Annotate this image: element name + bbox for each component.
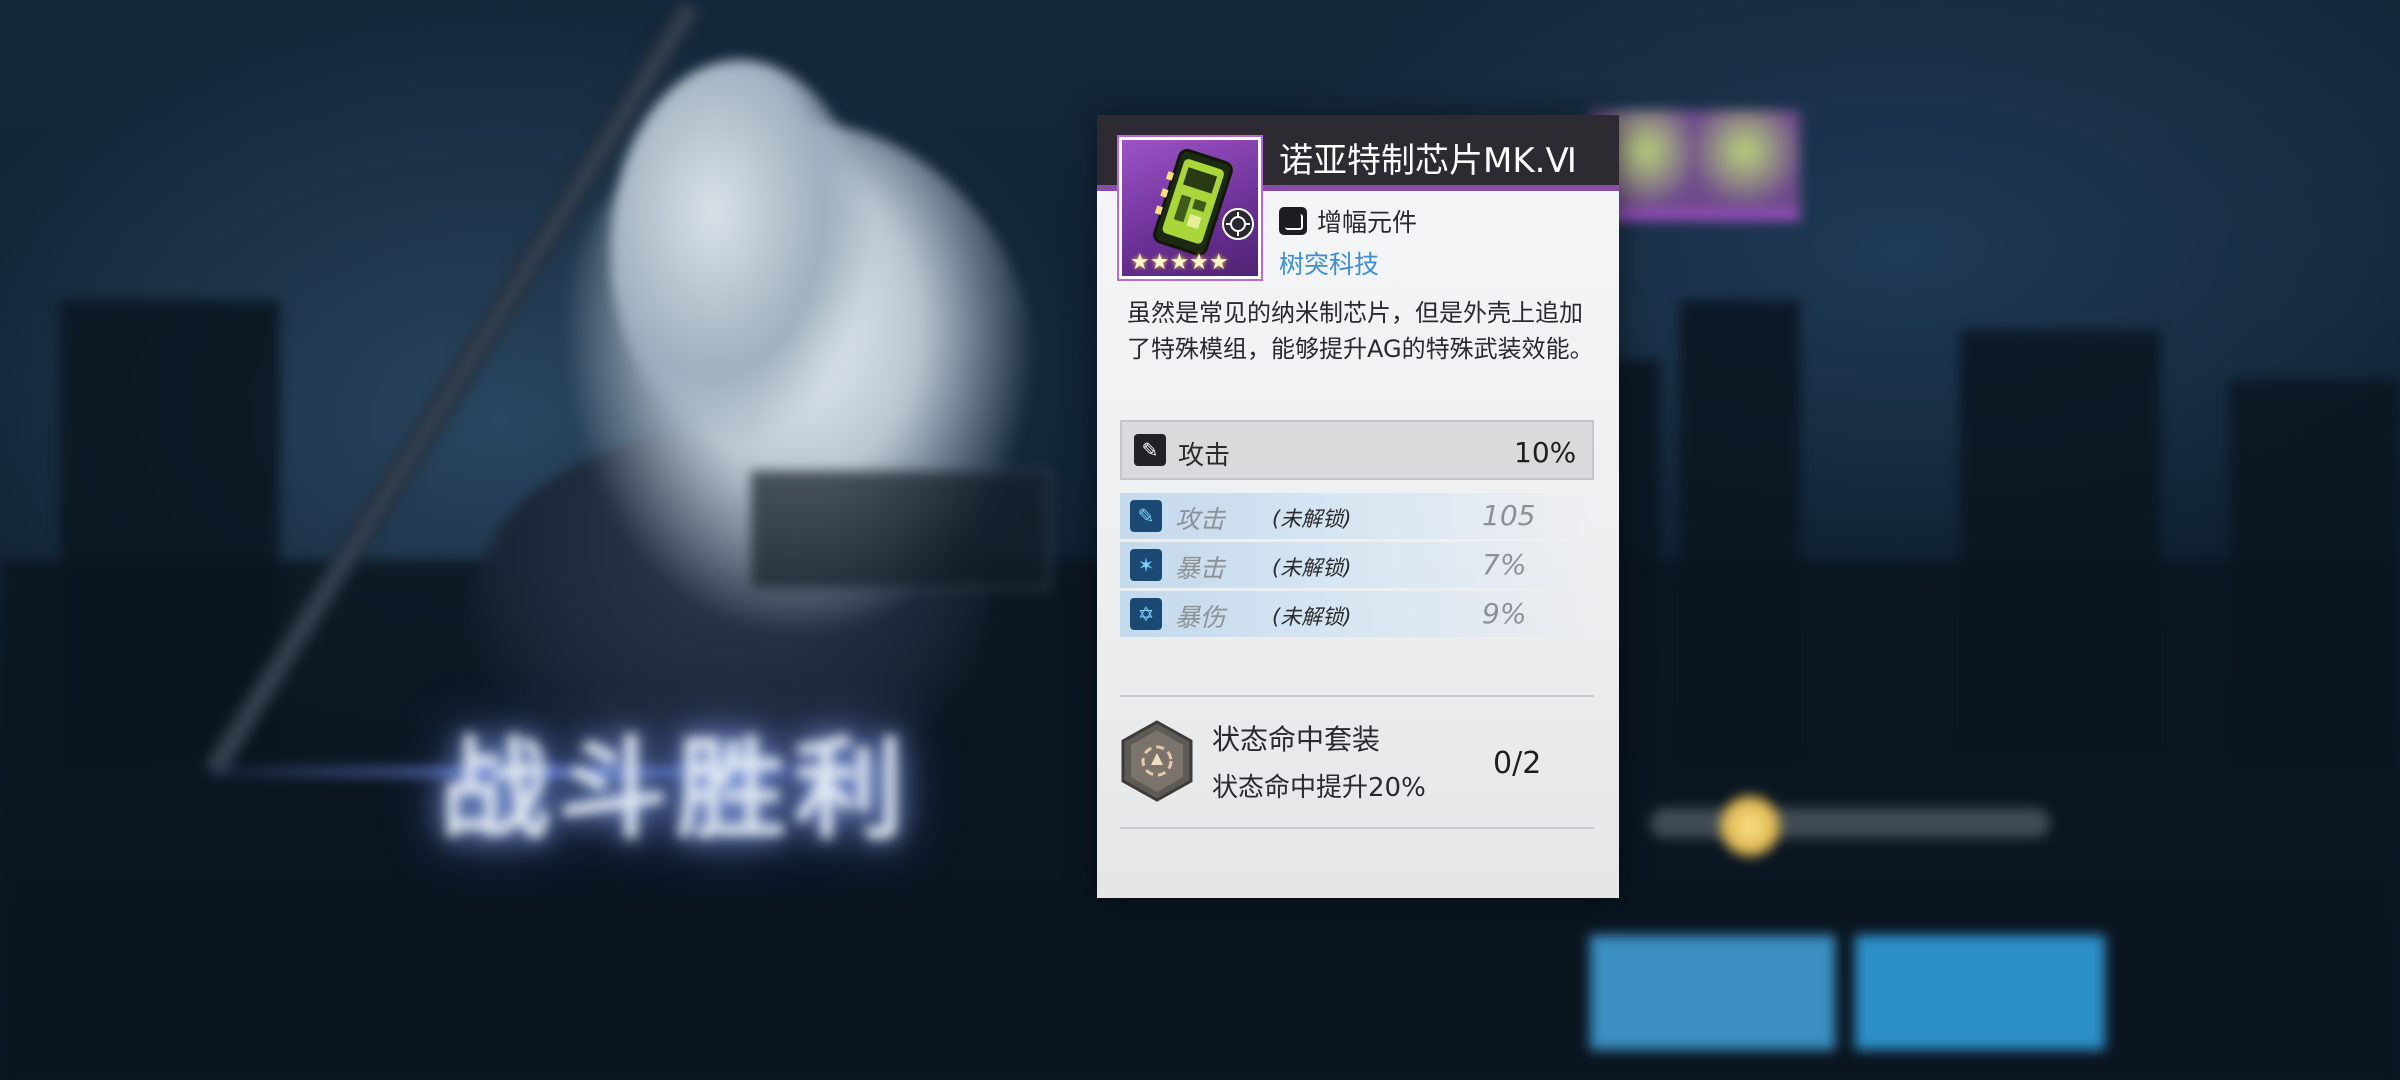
equipment-detail-card: 诺亚特制芯片MK.Ⅵ ★★★★★ 增幅元件 树突科技 虽然是常见的纳米制芯片，但…: [1097, 115, 1619, 898]
sub-stat-value: 7%: [1482, 548, 1527, 581]
set-bonus-effect: 状态命中提升20%: [1212, 773, 1426, 803]
amplifier-icon: [1279, 207, 1307, 235]
rarity-stars: ★★★★★: [1130, 250, 1229, 275]
star-outline-icon: ✡: [1130, 598, 1162, 630]
divider: [1120, 695, 1594, 697]
sub-stat-row: ✡ 暴伤 (未解锁) 9%: [1120, 591, 1594, 637]
item-type-row: 增幅元件: [1279, 201, 1417, 241]
main-stat-row: ✎ 攻击 10%: [1120, 420, 1594, 480]
sub-stat-value: 9%: [1482, 597, 1527, 630]
sub-stat-lock-status: (未解锁): [1272, 605, 1352, 629]
sub-stat-name: 攻击: [1175, 505, 1226, 534]
pen-icon: ✎: [1134, 434, 1166, 466]
main-stat-value: 10%: [1514, 436, 1577, 469]
sub-stat-value: 105: [1482, 499, 1536, 532]
sub-stat-row: ✎ 攻击 (未解锁) 105: [1120, 493, 1594, 539]
blurred-button-left: [1590, 935, 1835, 1050]
star-burst-icon: ✶: [1130, 549, 1162, 581]
blurred-button-right: [1855, 935, 2105, 1050]
item-chip-icon: ★★★★★: [1119, 137, 1261, 279]
item-type-label: 增幅元件: [1317, 208, 1418, 237]
sub-stat-row: ✶ 暴击 (未解锁) 7%: [1120, 542, 1594, 588]
pen-icon: ✎: [1130, 500, 1162, 532]
item-title: 诺亚特制芯片MK.Ⅵ: [1279, 141, 1577, 181]
main-stat-name: 攻击: [1178, 441, 1231, 471]
sub-stat-name: 暴击: [1175, 554, 1226, 583]
set-bonus-hexagon-icon: [1121, 720, 1193, 802]
sub-stat-lock-status: (未解锁): [1272, 556, 1352, 580]
set-bonus-name: 状态命中套装: [1212, 723, 1381, 756]
set-bonus-count: 0/2: [1493, 746, 1542, 781]
divider: [1120, 827, 1594, 829]
crosshair-icon: [1222, 208, 1254, 240]
battle-victory-banner: 战斗胜利: [440, 725, 912, 854]
manufacturer-link[interactable]: 树突科技: [1279, 245, 1379, 281]
sub-stat-lock-status: (未解锁): [1272, 507, 1352, 531]
sub-stat-name: 暴伤: [1175, 603, 1226, 632]
item-description: 虽然是常见的纳米制芯片，但是外壳上追加了特殊模组，能够提升AG的特殊武装效能。: [1127, 299, 1594, 363]
